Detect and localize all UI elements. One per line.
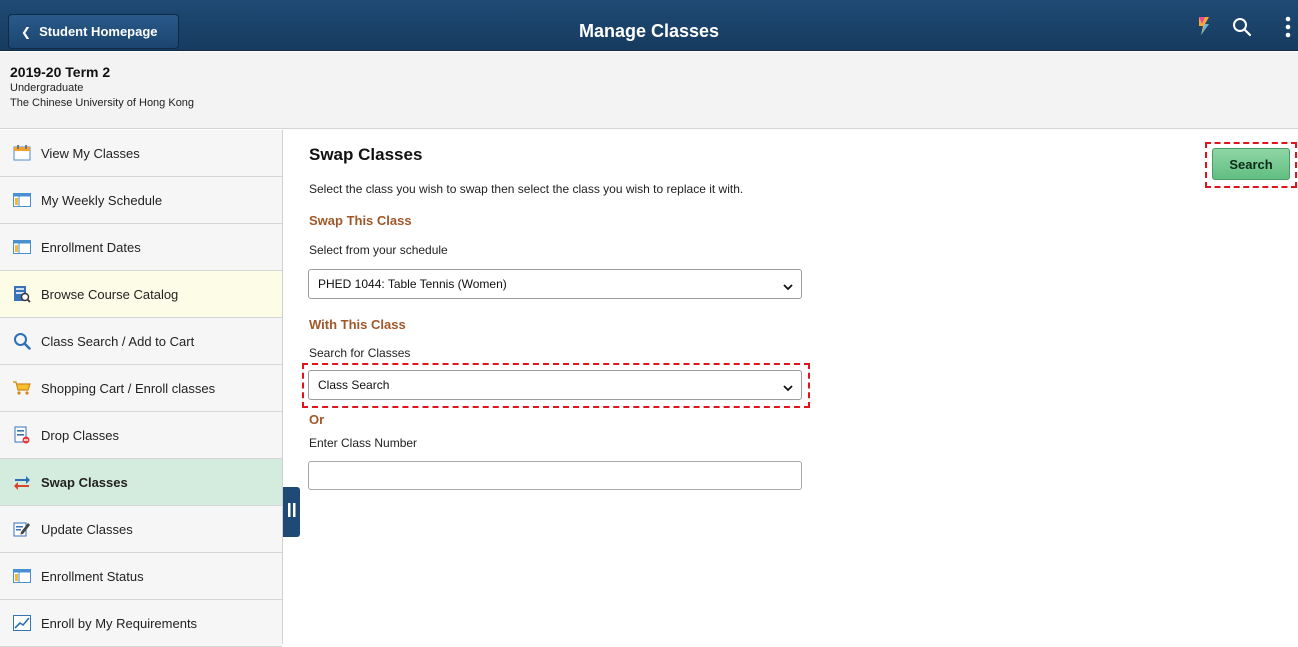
sidebar-item-view-my-classes[interactable]: View My Classes bbox=[0, 130, 282, 177]
sidebar-item-enroll-by-requirements[interactable]: Enroll by My Requirements bbox=[0, 600, 282, 647]
sidebar-item-enrollment-dates[interactable]: Enrollment Dates bbox=[0, 224, 282, 271]
or-separator: Or bbox=[309, 412, 325, 427]
search-icon[interactable] bbox=[1232, 17, 1252, 42]
class-search-select[interactable]: Class Search bbox=[308, 370, 802, 400]
sidebar-item-label: Swap Classes bbox=[41, 474, 128, 490]
pause-bars-icon bbox=[287, 502, 296, 522]
back-button-label: Student Homepage bbox=[39, 24, 158, 39]
instructions-text: Select the class you wish to swap then s… bbox=[309, 182, 744, 196]
search-button[interactable]: Search bbox=[1212, 148, 1290, 180]
schedule-grid-icon bbox=[12, 237, 32, 257]
chevron-down-icon bbox=[783, 280, 793, 294]
sidebar-item-my-weekly-schedule[interactable]: My Weekly Schedule bbox=[0, 177, 282, 224]
term-name: 2019-20 Term 2 bbox=[10, 64, 111, 80]
class-search-select-value: Class Search bbox=[318, 378, 390, 392]
sidebar-item-label: Enroll by My Requirements bbox=[41, 615, 198, 631]
drop-list-icon bbox=[12, 425, 32, 445]
institution-name: The Chinese University of Hong Kong bbox=[10, 97, 195, 109]
sidebar-item-label: Browse Course Catalog bbox=[41, 286, 179, 302]
sidebar-item-update-classes[interactable]: Update Classes bbox=[0, 506, 282, 553]
sidebar-item-label: Shopping Cart / Enroll classes bbox=[41, 380, 216, 396]
catalog-icon bbox=[12, 284, 32, 304]
term-context-panel: 2019-20 Term 2 Undergraduate The Chinese… bbox=[0, 52, 1298, 129]
top-navigation-bar: ❮ Student Homepage Manage Classes bbox=[0, 0, 1298, 51]
calendar-icon bbox=[12, 143, 32, 163]
swap-class-select[interactable]: PHED 1044: Table Tennis (Women) bbox=[308, 269, 802, 299]
schedule-grid-icon bbox=[12, 566, 32, 586]
sidebar-item-label: Enrollment Dates bbox=[41, 239, 141, 255]
student-homepage-back-button[interactable]: ❮ Student Homepage bbox=[8, 14, 179, 49]
select-from-schedule-label: Select from your schedule bbox=[309, 243, 448, 257]
page-title: Manage Classes bbox=[578, 21, 720, 41]
sidebar-collapse-handle[interactable] bbox=[283, 487, 300, 537]
main-content: Swap Classes Select the class you wish t… bbox=[300, 130, 1298, 644]
swap-class-select-value: PHED 1044: Table Tennis (Women) bbox=[318, 277, 507, 291]
sidebar-item-label: Update Classes bbox=[41, 521, 133, 537]
sidebar-item-label: View My Classes bbox=[41, 145, 140, 161]
career-name: Undergraduate bbox=[10, 82, 84, 94]
enter-class-number-label: Enter Class Number bbox=[309, 436, 418, 450]
section-heading: Swap Classes bbox=[309, 145, 423, 164]
sidebar-item-drop-classes[interactable]: Drop Classes bbox=[0, 412, 282, 459]
swap-this-class-title: Swap This Class bbox=[309, 213, 412, 228]
sidebar-navigation: View My Classes My Weekly Schedule Enrol… bbox=[0, 130, 283, 647]
with-this-class-title: With This Class bbox=[309, 317, 406, 332]
schedule-grid-icon bbox=[12, 190, 32, 210]
sidebar-item-label: My Weekly Schedule bbox=[41, 192, 163, 208]
kebab-menu-icon[interactable] bbox=[1285, 16, 1291, 43]
cart-icon bbox=[12, 378, 32, 398]
sidebar-item-shopping-cart[interactable]: Shopping Cart / Enroll classes bbox=[0, 365, 282, 412]
chevron-down-icon bbox=[783, 381, 793, 395]
search-icon bbox=[12, 331, 32, 351]
sidebar-item-label: Drop Classes bbox=[41, 427, 120, 443]
swap-arrows-icon bbox=[12, 472, 32, 492]
navbar-flag-icon[interactable] bbox=[1196, 15, 1212, 42]
sidebar-item-label: Class Search / Add to Cart bbox=[41, 333, 195, 349]
search-for-classes-label: Search for Classes bbox=[309, 346, 411, 360]
sidebar-item-enrollment-status[interactable]: Enrollment Status bbox=[0, 553, 282, 600]
chart-line-icon bbox=[12, 613, 32, 633]
sidebar-item-label: Enrollment Status bbox=[41, 568, 144, 584]
class-number-input[interactable] bbox=[308, 461, 802, 490]
edit-note-icon bbox=[12, 519, 32, 539]
sidebar-item-swap-classes[interactable]: Swap Classes bbox=[0, 459, 282, 506]
sidebar-item-class-search[interactable]: Class Search / Add to Cart bbox=[0, 318, 282, 365]
sidebar-item-browse-course-catalog[interactable]: Browse Course Catalog bbox=[0, 271, 282, 318]
chevron-left-icon: ❮ bbox=[21, 24, 32, 39]
